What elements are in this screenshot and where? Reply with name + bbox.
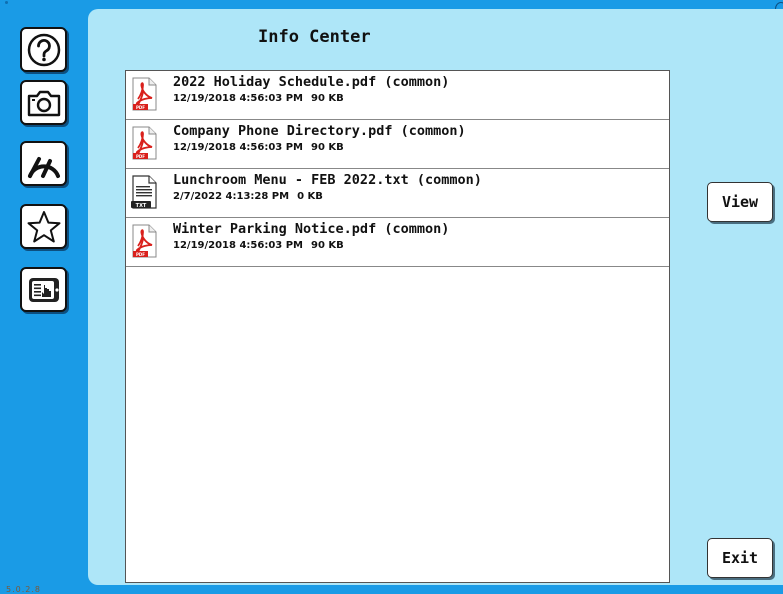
speedometer-icon [27,156,60,178]
help-icon [27,33,60,66]
file-list[interactable]: PDF 2022 Holiday Schedule.pdf (common) 1… [125,70,670,583]
sidebar-item-speedometer[interactable] [20,141,67,186]
pdf-file-icon: PDF [132,77,157,111]
file-size: 90 KB [311,93,344,104]
sidebar-item-help[interactable] [20,27,67,72]
file-date: 2/7/2022 4:13:28 PM [173,191,290,202]
file-size: 90 KB [311,142,344,153]
camera-icon [27,90,60,116]
file-date: 12/19/2018 4:56:03 PM [173,240,303,251]
file-size: 90 KB [311,240,344,251]
file-row[interactable]: TXT Lunchroom Menu - FEB 2022.txt (commo… [126,169,669,218]
sidebar-item-camera[interactable] [20,80,67,125]
file-name: Lunchroom Menu - FEB 2022.txt (common) [173,172,482,188]
info-center-panel: Info Center PDF 2022 Holiday Schedule.pd… [88,9,783,585]
touch-document-icon [28,277,59,302]
top-bar [0,0,783,16]
svg-text:PDF: PDF [136,154,145,159]
view-button[interactable]: View [707,182,773,222]
file-meta: 12/19/2018 4:56:03 PM 90 KB [173,142,344,153]
sidebar-item-info-center[interactable] [20,267,67,312]
txt-file-icon: TXT [131,175,157,209]
page-title: Info Center [258,27,371,47]
file-size: 0 KB [297,191,323,202]
file-name: Winter Parking Notice.pdf (common) [173,221,450,237]
file-row[interactable]: PDF 2022 Holiday Schedule.pdf (common) 1… [126,71,669,120]
svg-text:PDF: PDF [136,252,145,257]
sidebar-item-favorites[interactable] [20,204,67,249]
file-meta: 12/19/2018 4:56:03 PM 90 KB [173,93,344,104]
file-row[interactable]: PDF Winter Parking Notice.pdf (common) 1… [126,218,669,267]
file-row[interactable]: PDF Company Phone Directory.pdf (common)… [126,120,669,169]
star-icon [27,210,60,242]
pdf-file-icon: PDF [132,126,157,160]
file-name: Company Phone Directory.pdf (common) [173,123,466,139]
file-date: 12/19/2018 4:56:03 PM [173,142,303,153]
file-meta: 2/7/2022 4:13:28 PM 0 KB [173,191,323,202]
svg-text:TXT: TXT [136,203,147,209]
file-meta: 12/19/2018 4:56:03 PM 90 KB [173,240,344,251]
file-date: 12/19/2018 4:56:03 PM [173,93,303,104]
pdf-file-icon: PDF [132,224,157,258]
svg-text:PDF: PDF [136,105,145,110]
file-name: 2022 Holiday Schedule.pdf (common) [173,74,450,90]
exit-button[interactable]: Exit [707,538,773,578]
sidebar [0,0,90,593]
